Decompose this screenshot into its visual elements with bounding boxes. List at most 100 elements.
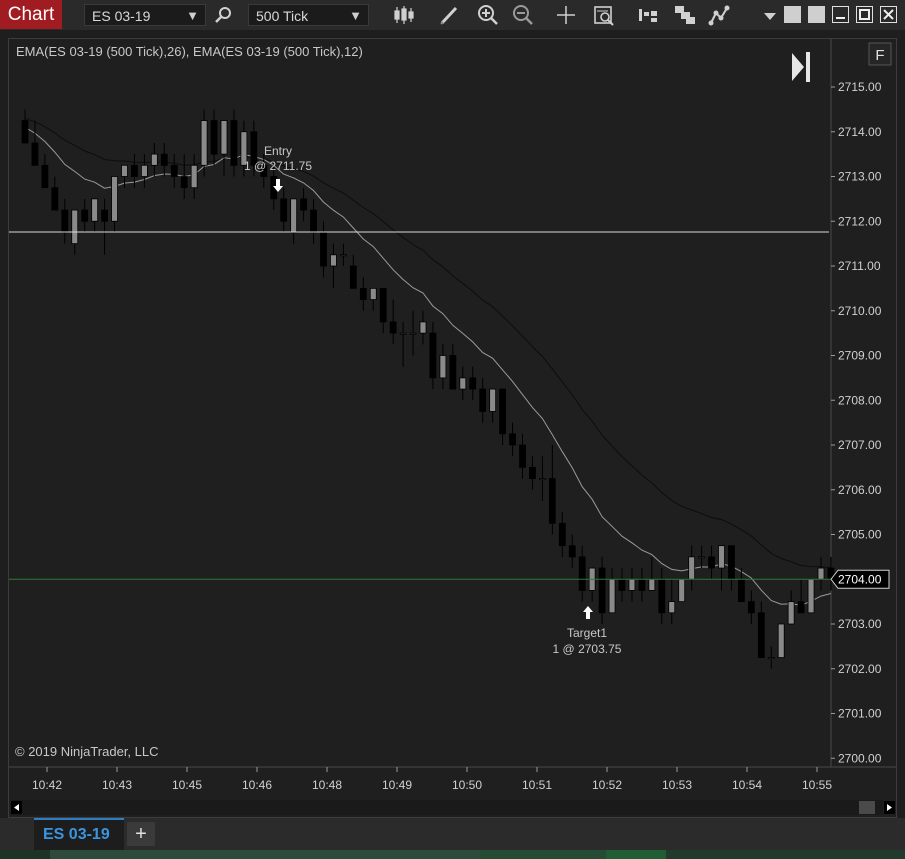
price-tick-label: 2714.00: [838, 125, 882, 139]
candle-body: [71, 209, 79, 245]
price-tick-label: 2710.00: [838, 304, 882, 318]
time-tick-label: 10:42: [32, 778, 62, 792]
window-maximize-icon[interactable]: [856, 6, 873, 23]
templates-icon[interactable]: [672, 3, 698, 27]
candle-body: [160, 153, 168, 166]
candle-body: [330, 254, 337, 267]
candle-body: [509, 433, 516, 446]
minimize-icon[interactable]: [832, 6, 849, 23]
search-icon[interactable]: [211, 3, 237, 27]
price-axis[interactable]: 2715.00 2714.00 2713.00 2712.00 2711.00 2710.…: [831, 80, 882, 765]
crosshair-icon[interactable]: [553, 3, 579, 27]
candle-body: [429, 332, 437, 379]
candlestick-icon[interactable]: [391, 3, 417, 27]
price-tick-label: 2713.00: [838, 170, 882, 184]
price-tick-label: 2708.00: [838, 393, 882, 407]
chevron-down-icon: ▼: [349, 8, 362, 23]
window-title-tab[interactable]: Chart: [0, 0, 62, 29]
chevron-down-icon[interactable]: [757, 3, 783, 27]
add-tab-button[interactable]: +: [127, 822, 155, 846]
time-tick-label: 10:51: [522, 778, 552, 792]
data-box-icon[interactable]: [591, 3, 617, 27]
time-tick-label: 10:52: [592, 778, 622, 792]
chart-trader-icon[interactable]: [635, 3, 661, 27]
chart-panel[interactable]: 2715.00 2714.00 2713.00 2712.00 2711.00 2710.…: [8, 38, 897, 818]
candle-body: [519, 444, 526, 468]
candle-body: [787, 601, 795, 625]
candle-body: [409, 332, 417, 335]
scroll-to-end-button[interactable]: [792, 52, 810, 82]
price-tick-label: 2705.00: [838, 528, 882, 542]
time-tick-label: 10:53: [662, 778, 692, 792]
time-axis[interactable]: 10:42 10:43 10:45 10:46 10:48 10:49 10:50 10:51…: [32, 767, 832, 792]
strategies-icon[interactable]: [707, 3, 733, 27]
time-tick-label: 10:50: [452, 778, 482, 792]
candle-body: [678, 578, 686, 603]
f-button-label: F: [875, 47, 884, 64]
close-icon[interactable]: [880, 6, 897, 23]
candle-body: [638, 578, 646, 591]
price-tick-label: 2701.00: [838, 707, 882, 721]
entry-label: Entry: [264, 144, 292, 158]
candle-body: [807, 578, 815, 614]
time-tick-label: 10:46: [242, 778, 272, 792]
up-arrow-icon: [583, 606, 593, 619]
tab-es-03-19[interactable]: ES 03-19: [34, 818, 124, 850]
candle-body: [150, 153, 158, 166]
candle-body: [91, 198, 99, 222]
time-tick-label: 10:55: [802, 778, 832, 792]
horizontal-scrollbar[interactable]: [11, 800, 895, 815]
candle-body: [668, 601, 676, 614]
pencil-icon[interactable]: [437, 3, 463, 27]
end-bar-icon: [806, 52, 810, 82]
candle-body: [389, 321, 397, 334]
target-label: Target1: [567, 626, 607, 640]
maximize-icon[interactable]: [808, 6, 825, 23]
candle-body: [140, 164, 148, 177]
copyright-text: © 2019 NinjaTrader, LLC: [15, 744, 159, 759]
candle-body: [111, 176, 118, 222]
current-price-marker: 2704.00: [830, 569, 890, 589]
candle-body: [767, 657, 775, 659]
zoom-in-icon[interactable]: [475, 3, 501, 27]
candle-body: [539, 478, 546, 480]
price-tick-label: 2715.00: [838, 80, 882, 94]
candle-body: [598, 567, 606, 614]
candle-body: [817, 567, 825, 580]
price-tick-label: 2712.00: [838, 214, 882, 228]
time-tick-label: 10:48: [312, 778, 342, 792]
candle-body: [101, 209, 108, 222]
f-button[interactable]: F: [868, 42, 892, 66]
candle-body: [618, 578, 626, 591]
target-marker[interactable]: Target1 1 @ 2703.75: [553, 606, 622, 656]
price-tick-label: 2700.00: [838, 751, 882, 765]
price-chart[interactable]: 2715.00 2714.00 2713.00 2712.00 2711.00 2710.…: [9, 39, 896, 817]
candle-body: [51, 187, 59, 211]
instrument-selector[interactable]: ES 03-19 ▼: [84, 4, 206, 26]
status-bar: [0, 850, 905, 859]
time-tick-label: 10:54: [732, 778, 762, 792]
price-tick-label: 2702.00: [838, 662, 882, 676]
chevron-down-icon: ▼: [186, 8, 199, 23]
scrollbar-thumb[interactable]: [859, 801, 875, 814]
candle-body: [738, 578, 745, 603]
zoom-out-icon[interactable]: [510, 3, 536, 27]
candle-body: [459, 377, 467, 390]
instrument-value: ES 03-19: [92, 8, 151, 24]
candle-body: [479, 388, 487, 412]
candle-body: [349, 265, 357, 289]
candle-body: [290, 198, 298, 233]
restore-icon[interactable]: [784, 6, 801, 23]
candle-body: [757, 612, 765, 658]
candle-body: [31, 142, 39, 166]
candle-body: [548, 478, 556, 524]
candle-body: [180, 176, 188, 189]
candle-body: [439, 355, 447, 379]
price-tick-label: 2706.00: [838, 483, 882, 497]
candle-body: [210, 120, 218, 155]
interval-selector[interactable]: 500 Tick ▼: [248, 4, 369, 26]
candle-body: [688, 556, 696, 580]
candle-body: [190, 164, 198, 189]
ema-fast-line: [24, 126, 832, 606]
time-tick-label: 10:49: [382, 778, 412, 792]
